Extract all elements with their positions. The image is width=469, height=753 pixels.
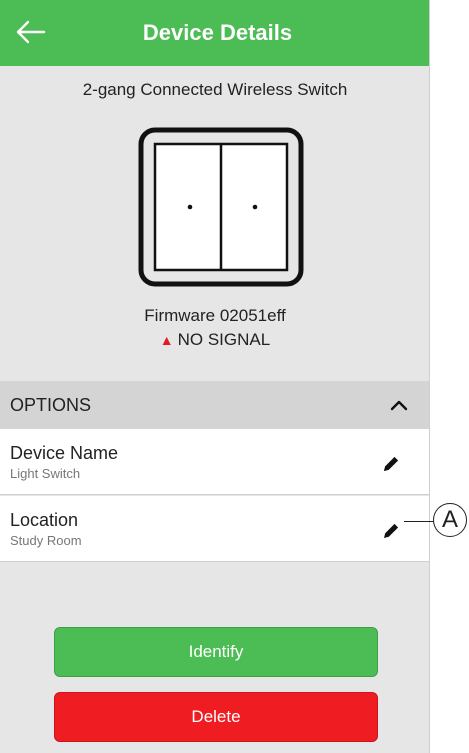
arrow-left-icon[interactable] — [14, 15, 48, 49]
callout-marker: A — [433, 503, 467, 537]
option-label: Location — [10, 510, 79, 530]
callout-leader-line — [404, 521, 434, 522]
options-label: OPTIONS — [10, 394, 92, 415]
signal-status: ▲ NO SIGNAL — [0, 330, 429, 350]
signal-text: NO SIGNAL — [177, 330, 271, 349]
warning-triangle-icon: ▲ — [159, 332, 174, 348]
option-label: Device Name — [10, 443, 119, 463]
option-value: Light Switch — [10, 466, 81, 481]
page-title: Device Details — [142, 20, 293, 45]
delete-button[interactable]: Delete — [54, 692, 378, 742]
identify-button[interactable]: Identify — [54, 627, 378, 677]
firmware-version: Firmware 02051eff — [144, 306, 286, 325]
option-row-location[interactable]: Location Study Room — [0, 496, 429, 562]
app-header: Device Details — [0, 0, 429, 66]
app-screen: Device Details 2-gang Connected Wireless… — [0, 0, 430, 753]
chevron-up-icon[interactable] — [390, 399, 408, 411]
options-section-header[interactable]: OPTIONS — [0, 381, 429, 429]
pencil-icon[interactable] — [381, 454, 401, 474]
wireless-switch-image — [138, 127, 304, 287]
pencil-icon[interactable] — [381, 521, 401, 541]
option-value: Study Room — [10, 533, 82, 548]
device-title: 2-gang Connected Wireless Switch — [82, 80, 348, 99]
option-row-device-name[interactable]: Device Name Light Switch — [0, 429, 429, 495]
